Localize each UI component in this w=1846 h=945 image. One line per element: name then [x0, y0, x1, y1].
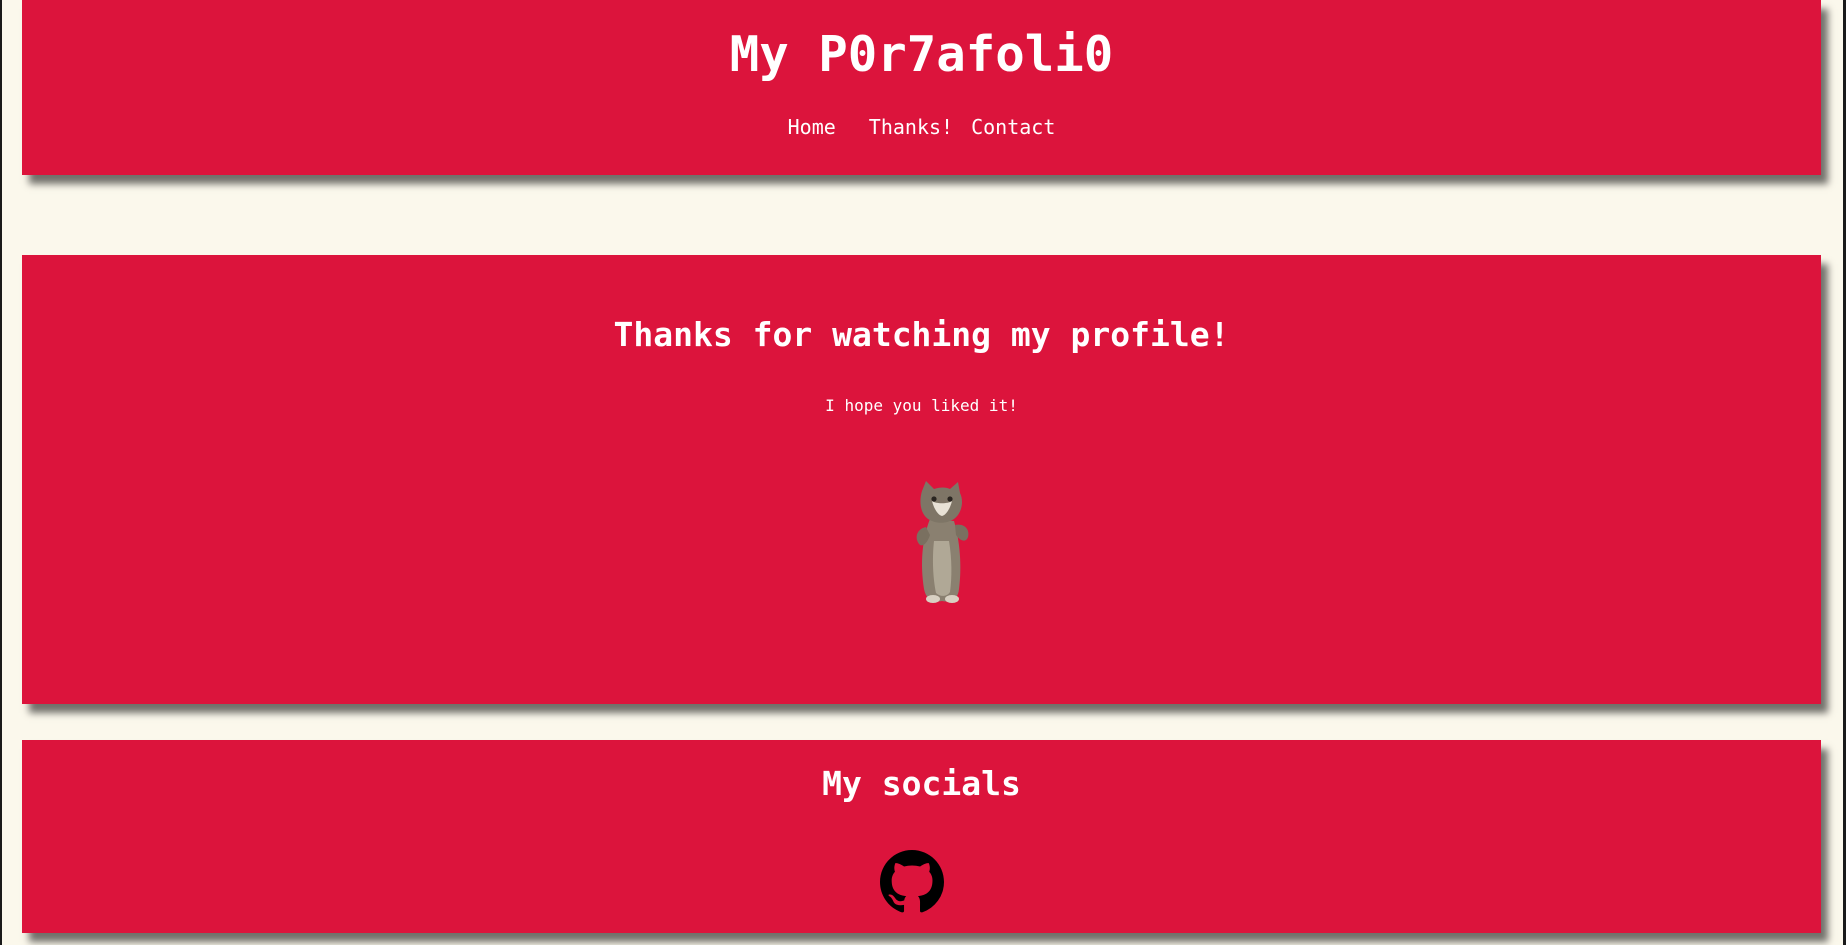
socials-section: My socials — [22, 740, 1821, 933]
main-nav: Home Thanks! Contact — [22, 113, 1821, 141]
github-link[interactable] — [880, 850, 944, 914]
socials-heading: My socials — [822, 764, 1021, 803]
thanks-heading: Thanks for watching my profile! — [613, 315, 1230, 354]
nav-thanks-link[interactable]: Thanks! — [869, 113, 953, 141]
site-header: My P0r7afoli0 Home Thanks! Contact — [22, 0, 1821, 175]
site-title: My P0r7afoli0 — [729, 26, 1114, 83]
thanks-subtitle: I hope you liked it! — [825, 396, 1018, 415]
github-icon — [880, 850, 944, 913]
nav-contact-link[interactable]: Contact — [971, 113, 1055, 141]
nav-home-link[interactable]: Home — [788, 113, 836, 141]
thanks-section: Thanks for watching my profile! I hope y… — [22, 255, 1821, 704]
dancing-cat-image — [916, 481, 969, 603]
